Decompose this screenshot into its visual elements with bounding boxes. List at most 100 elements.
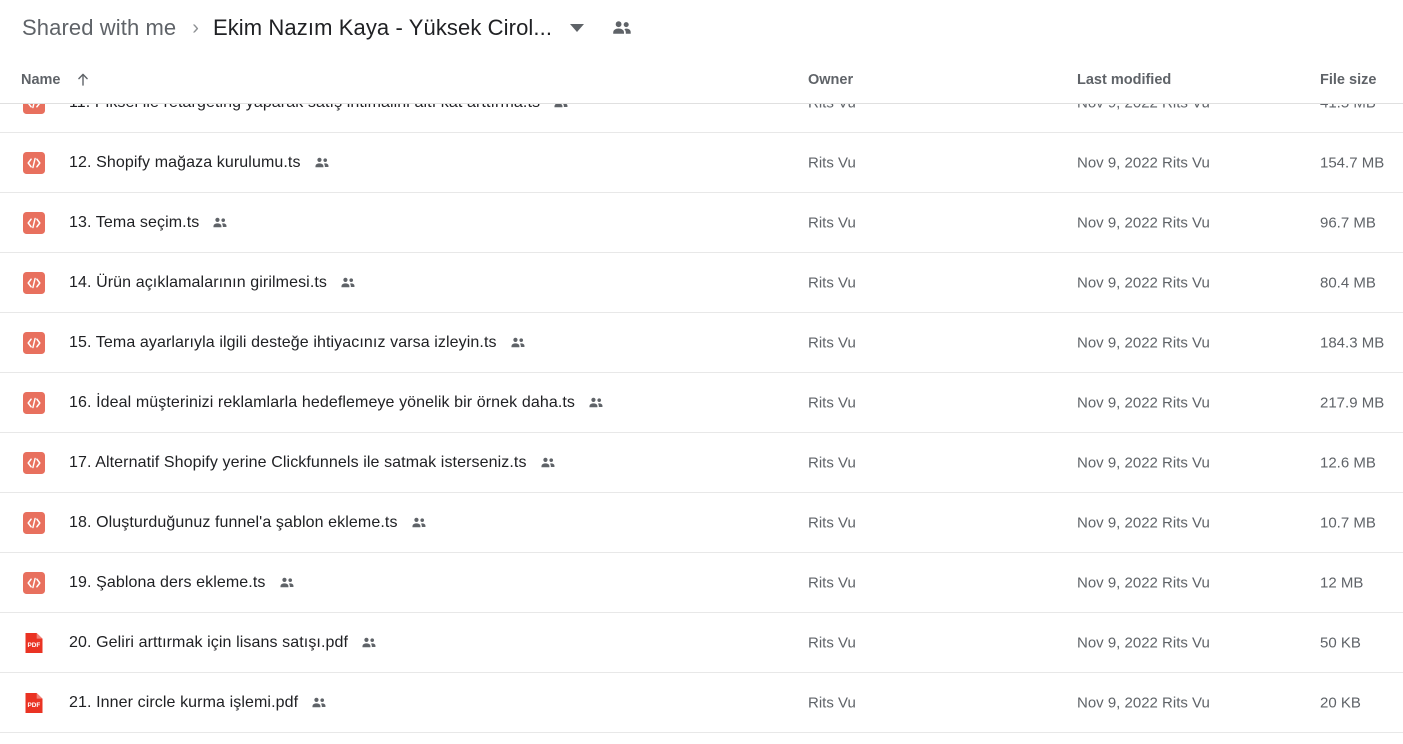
- table-row[interactable]: 17. Alternatif Shopify yerine Clickfunne…: [0, 433, 1403, 493]
- shared-people-icon: [360, 634, 378, 652]
- ts-file-icon: [22, 271, 46, 295]
- shared-people-icon: [552, 104, 570, 112]
- svg-text:PDF: PDF: [28, 702, 41, 709]
- ts-file-icon: [22, 511, 46, 535]
- file-name-label: 11. Piksel ile retargeting yaparak satış…: [69, 104, 540, 112]
- breadcrumb: Shared with me › Ekim Nazım Kaya - Yükse…: [0, 0, 1403, 56]
- pdf-file-icon: PDF: [22, 631, 46, 655]
- svg-text:PDF: PDF: [28, 642, 41, 649]
- column-header-name-label: Name: [21, 71, 61, 88]
- breadcrumb-separator-icon: ›: [192, 17, 199, 39]
- file-name-cell[interactable]: 15. Tema ayarlarıyla ilgili desteğe ihti…: [22, 331, 527, 355]
- file-size-cell: 50 KB: [1320, 634, 1361, 651]
- file-size-cell: 96.7 MB: [1320, 214, 1376, 231]
- file-name-label: 14. Ürün açıklamalarının girilmesi.ts: [69, 273, 328, 291]
- chevron-down-icon[interactable]: [570, 24, 585, 32]
- arrow-up-icon[interactable]: [75, 72, 91, 88]
- file-name-label: 18. Oluşturduğunuz funnel'a şablon eklem…: [69, 513, 398, 531]
- column-header-owner[interactable]: Owner: [808, 72, 853, 88]
- file-name-label: 20. Geliri arttırmak için lisans satışı.…: [69, 633, 349, 651]
- ts-file-icon: [22, 211, 46, 235]
- file-name-label: 15. Tema ayarlarıyla ilgili desteğe ihti…: [69, 333, 497, 351]
- pdf-file-icon: PDF: [22, 691, 46, 715]
- file-name-label: 13. Tema seçim.ts: [69, 213, 200, 231]
- shared-people-icon: [410, 514, 428, 532]
- file-name-label: 21. Inner circle kurma işlemi.pdf: [69, 693, 299, 711]
- shared-people-icon: [339, 274, 357, 292]
- file-size-cell: 12 MB: [1320, 574, 1364, 591]
- file-name-cell[interactable]: PDF 20. Geliri arttırmak için lisans satı…: [22, 631, 378, 655]
- file-owner-cell: Rits Vu: [808, 694, 856, 711]
- file-name-cell[interactable]: 18. Oluşturduğunuz funnel'a şablon eklem…: [22, 511, 428, 535]
- table-row[interactable]: 15. Tema ayarlarıyla ilgili desteğe ihti…: [0, 313, 1403, 373]
- ts-file-icon: [22, 571, 46, 595]
- file-owner-cell: Rits Vu: [808, 634, 856, 651]
- file-last-modified-cell: Nov 9, 2022 Rits Vu: [1077, 274, 1210, 291]
- column-header-last-modified[interactable]: Last modified: [1077, 72, 1171, 88]
- file-owner-cell: Rits Vu: [808, 394, 856, 411]
- shared-people-icon: [587, 394, 605, 412]
- file-last-modified-cell: Nov 9, 2022 Rits Vu: [1077, 694, 1210, 711]
- ts-file-icon: [22, 331, 46, 355]
- file-name-cell[interactable]: 19. Şablona ders ekleme.ts: [22, 571, 296, 595]
- file-name-label: 16. İdeal müşterinizi reklamlarla hedefl…: [69, 393, 576, 411]
- file-last-modified-cell: Nov 9, 2022 Rits Vu: [1077, 574, 1210, 591]
- column-header-name[interactable]: Name: [21, 72, 91, 88]
- shared-people-icon: [278, 574, 296, 592]
- ts-file-icon: [22, 391, 46, 415]
- file-size-cell: 12.6 MB: [1320, 454, 1376, 471]
- file-size-cell: 184.3 MB: [1320, 334, 1385, 351]
- table-row[interactable]: PDF 20. Geliri arttırmak için lisans satı…: [0, 613, 1403, 673]
- table-row[interactable]: PDF 21. Inner circle kurma işlemi.pdf Rits…: [0, 673, 1403, 733]
- table-row[interactable]: 13. Tema seçim.ts Rits Vu Nov 9, 2022 Rits…: [0, 193, 1403, 253]
- file-name-cell[interactable]: 13. Tema seçim.ts: [22, 211, 229, 235]
- file-list[interactable]: 11. Piksel ile retargeting yaparak satış…: [0, 104, 1403, 743]
- shared-people-icon: [211, 214, 229, 232]
- file-name-cell[interactable]: 17. Alternatif Shopify yerine Clickfunne…: [22, 451, 557, 475]
- table-row[interactable]: 14. Ürün açıklamalarının girilmesi.ts Rit…: [0, 253, 1403, 313]
- file-owner-cell: Rits Vu: [808, 454, 856, 471]
- column-header-file-size[interactable]: File size: [1320, 72, 1403, 88]
- ts-file-icon: [22, 151, 46, 175]
- ts-file-icon: [22, 451, 46, 475]
- file-size-cell: 10.7 MB: [1320, 514, 1376, 531]
- file-size-cell: 217.9 MB: [1320, 394, 1385, 411]
- file-owner-cell: Rits Vu: [808, 514, 856, 531]
- file-name-cell[interactable]: 12. Shopify mağaza kurulumu.ts: [22, 151, 331, 175]
- file-last-modified-cell: Nov 9, 2022 Rits Vu: [1077, 514, 1210, 531]
- file-last-modified-cell: Nov 9, 2022 Rits Vu: [1077, 104, 1210, 111]
- file-last-modified-cell: Nov 9, 2022 Rits Vu: [1077, 214, 1210, 231]
- file-last-modified-cell: Nov 9, 2022 Rits Vu: [1077, 154, 1210, 171]
- file-owner-cell: Rits Vu: [808, 214, 856, 231]
- shared-people-icon: [313, 154, 331, 172]
- table-row[interactable]: 18. Oluşturduğunuz funnel'a şablon eklem…: [0, 493, 1403, 553]
- breadcrumb-current-folder[interactable]: Ekim Nazım Kaya - Yüksek Cirol...: [213, 15, 552, 41]
- file-size-cell: 41.5 MB: [1320, 104, 1403, 111]
- table-row[interactable]: 19. Şablona ders ekleme.ts Rits Vu Nov 9, …: [0, 553, 1403, 613]
- file-name-label: 19. Şablona ders ekleme.ts: [69, 573, 266, 591]
- file-size-cell: 20 KB: [1320, 694, 1361, 711]
- file-owner-cell: Rits Vu: [808, 274, 856, 291]
- file-last-modified-cell: Nov 9, 2022 Rits Vu: [1077, 634, 1210, 651]
- shared-people-icon: [509, 334, 527, 352]
- people-shared-icon[interactable]: [610, 16, 634, 40]
- breadcrumb-root-shared-with-me[interactable]: Shared with me: [22, 15, 176, 41]
- file-name-cell[interactable]: PDF 21. Inner circle kurma işlemi.pdf: [22, 691, 328, 715]
- shared-people-icon: [310, 694, 328, 712]
- file-name-cell[interactable]: 16. İdeal müşterinizi reklamlarla hedefl…: [22, 391, 605, 415]
- file-name-cell[interactable]: 14. Ürün açıklamalarının girilmesi.ts: [22, 271, 357, 295]
- ts-file-icon: [22, 104, 46, 115]
- column-header-row: Name Owner Last modified File size: [0, 56, 1403, 104]
- file-name-label: 17. Alternatif Shopify yerine Clickfunne…: [69, 453, 527, 471]
- file-name-label: 12. Shopify mağaza kurulumu.ts: [69, 153, 301, 171]
- file-name-cell[interactable]: 11. Piksel ile retargeting yaparak satış…: [22, 104, 570, 115]
- table-row[interactable]: 16. İdeal müşterinizi reklamlarla hedefl…: [0, 373, 1403, 433]
- shared-people-icon: [539, 454, 557, 472]
- table-row[interactable]: 12. Shopify mağaza kurulumu.ts Rits Vu Nov…: [0, 133, 1403, 193]
- file-last-modified-cell: Nov 9, 2022 Rits Vu: [1077, 454, 1210, 471]
- file-size-cell: 80.4 MB: [1320, 274, 1376, 291]
- file-owner-cell: Rits Vu: [808, 104, 856, 111]
- file-owner-cell: Rits Vu: [808, 334, 856, 351]
- table-row[interactable]: 11. Piksel ile retargeting yaparak satış…: [0, 104, 1403, 133]
- file-owner-cell: Rits Vu: [808, 574, 856, 591]
